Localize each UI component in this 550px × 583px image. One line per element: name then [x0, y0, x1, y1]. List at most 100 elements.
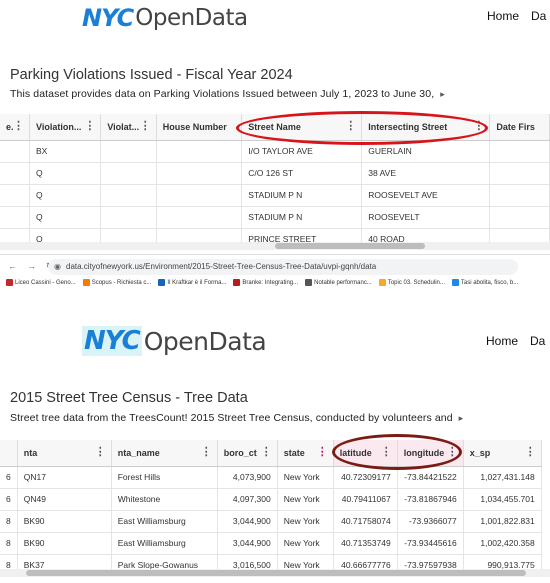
table-cell: 38 AVE	[361, 162, 491, 185]
address-url: data.cityofnewyork.us/Environment/2015-S…	[66, 262, 377, 271]
column-header[interactable]: nta ⋮	[17, 440, 112, 467]
table-cell: 6	[0, 466, 18, 489]
table-row[interactable]: Q STADIUM P N ROOSEVELT AVE	[0, 184, 550, 207]
data-table: nta ⋮ nta_name ⋮ boro_ct ⋮ state ⋮ latitude ⋮…	[0, 440, 542, 577]
table-cell: East Williamsburg	[111, 532, 218, 555]
column-menu-icon[interactable]: ⋮	[473, 121, 484, 132]
column-header[interactable]: boro_ct ⋮	[217, 440, 278, 467]
description-text: Street tree data from the TreesCount! 20…	[10, 412, 453, 424]
table-cell	[0, 140, 30, 163]
bookmark-label: Topic 03. Schedulin...	[387, 279, 445, 286]
table-cell: STADIUM P N	[241, 184, 363, 207]
column-menu-icon[interactable]: ⋮	[261, 447, 272, 458]
column-header[interactable]: House Number	[156, 114, 243, 141]
back-icon[interactable]: ←	[8, 261, 17, 272]
column-header[interactable]: nta_name ⋮	[111, 440, 218, 467]
table-cell: New York	[277, 488, 334, 511]
table-cell: QN17	[17, 466, 112, 489]
column-menu-icon[interactable]: ⋮	[317, 447, 328, 458]
bookmark-item[interactable]: Notable performanc...	[305, 279, 372, 286]
nyc-opendata-logo[interactable]: NYC OpenData	[82, 326, 267, 356]
bookmark-favicon-icon	[451, 279, 459, 286]
table-row[interactable]: 8 BK90 East Williamsburg 3,044,900 New York 4…	[0, 532, 542, 555]
table-cell: -73.84421522	[397, 466, 464, 489]
expand-caret-icon[interactable]: ▸	[459, 413, 464, 423]
column-menu-icon[interactable]: ⋮	[140, 121, 151, 132]
table-cell: BK90	[17, 532, 112, 555]
logo-opendata: OpenData	[135, 5, 248, 31]
table-cell	[489, 206, 550, 229]
table-cell: Forest Hills	[111, 466, 218, 489]
column-header[interactable]	[0, 440, 18, 467]
table-row[interactable]: Q STADIUM P N ROOSEVELT	[0, 206, 550, 229]
column-header-latitude[interactable]: latitude ⋮	[333, 440, 398, 467]
scrollbar-thumb[interactable]	[275, 243, 425, 249]
bookmark-item[interactable]: Branke: Integrating...	[233, 279, 298, 286]
expand-caret-icon[interactable]: ▸	[440, 89, 445, 99]
bookmark-item[interactable]: Tasi abolita, fisco, b...	[451, 279, 519, 286]
column-menu-icon[interactable]: ⋮	[84, 121, 95, 132]
table-cell: 6	[0, 488, 18, 511]
bookmark-item[interactable]: Il Kraftkar è il Forma...	[158, 279, 226, 286]
address-bar[interactable]: ◉ data.cityofnewyork.us/Environment/2015…	[48, 259, 518, 275]
horizontal-scrollbar[interactable]	[0, 242, 550, 250]
column-menu-icon[interactable]: ⋮	[201, 447, 212, 458]
bookmark-favicon-icon	[6, 279, 13, 286]
table-cell: -73.81867946	[397, 488, 464, 511]
table-cell: 4,097,300	[217, 488, 278, 511]
nyc-opendata-logo[interactable]: NYC OpenData	[82, 4, 248, 32]
table-cell: -73.93445616	[397, 532, 464, 555]
column-header[interactable]: Date Firs	[489, 114, 550, 141]
table-row[interactable]: 6 QN49 Whitestone 4,097,300 New York 40.79411…	[0, 488, 542, 511]
bookmark-favicon-icon	[305, 279, 313, 286]
column-header-longitude[interactable]: longitude ⋮	[397, 440, 464, 467]
table-row[interactable]: BX I/O TAYLOR AVE GUERLAIN	[0, 140, 550, 163]
table-row[interactable]: 6 QN17 Forest Hills 4,073,900 New York 40.723…	[0, 466, 542, 489]
column-header[interactable]: x_sp ⋮	[463, 440, 542, 467]
bookmark-favicon-icon	[233, 279, 241, 286]
table-row[interactable]: 8 BK90 East Williamsburg 3,044,900 New York 4…	[0, 510, 542, 533]
horizontal-scrollbar[interactable]	[0, 569, 550, 577]
column-menu-icon[interactable]: ⋮	[13, 121, 24, 132]
bookmark-item[interactable]: Scopus - Richiesta c...	[82, 279, 151, 286]
forward-icon[interactable]: →	[27, 261, 36, 272]
lock-icon: ◉	[54, 262, 61, 271]
column-header[interactable]: Violation... ⋮	[29, 114, 102, 141]
browser-toolbar: ← → ↻ ◉ data.cityofnewyork.us/Environmen…	[0, 254, 550, 292]
bookmark-favicon-icon	[158, 279, 166, 286]
column-menu-icon[interactable]: ⋮	[95, 447, 106, 458]
column-menu-icon[interactable]: ⋮	[525, 447, 536, 458]
table-cell: Q	[29, 162, 102, 185]
column-header[interactable]: e. ⋮	[0, 114, 30, 141]
bookmark-label: Tasi abolita, fisco, b...	[460, 279, 519, 286]
table-cell: New York	[277, 510, 334, 533]
data-table: e. ⋮ Violation... ⋮ Violat... ⋮ House Numbe…	[0, 114, 550, 246]
column-header-intersecting-street[interactable]: Intersecting Street ⋮	[361, 114, 491, 141]
table-cell: -73.9366077	[397, 510, 464, 533]
table-cell: GUERLAIN	[361, 140, 491, 163]
bookmark-item[interactable]: Topic 03. Schedulin...	[378, 279, 445, 286]
table-row[interactable]: Q C/O 126 ST 38 AVE	[0, 162, 550, 185]
column-header[interactable]: Violat... ⋮	[100, 114, 157, 141]
bookmark-favicon-icon	[378, 279, 386, 286]
nav-home-link[interactable]: Home	[486, 334, 518, 348]
table-cell: 3,044,900	[217, 532, 278, 555]
table-cell: BX	[29, 140, 102, 163]
column-menu-icon[interactable]: ⋮	[447, 447, 458, 458]
column-header[interactable]: state ⋮	[277, 440, 334, 467]
table-cell	[156, 184, 243, 207]
description-text: This dataset provides data on Parking Vi…	[10, 88, 435, 100]
table-cell	[489, 162, 550, 185]
nav-data-link[interactable]: Da	[530, 334, 545, 348]
street-tree-census-panel: NYC OpenData Home Da 2015 Street Tree Ce…	[0, 292, 550, 583]
nav-home-link[interactable]: Home	[487, 9, 519, 23]
column-header-street-name[interactable]: Street Name ⋮	[241, 114, 363, 141]
nav-data-link[interactable]: Da	[531, 9, 546, 23]
column-menu-icon[interactable]: ⋮	[381, 447, 392, 458]
table-cell: 40.71353749	[333, 532, 398, 555]
table-cell: ROOSEVELT	[361, 206, 491, 229]
bookmark-label: Branke: Integrating...	[242, 279, 299, 286]
scrollbar-thumb[interactable]	[26, 570, 526, 576]
bookmark-item[interactable]: Liceo Cassini - Geno...	[6, 279, 76, 286]
column-menu-icon[interactable]: ⋮	[345, 121, 356, 132]
